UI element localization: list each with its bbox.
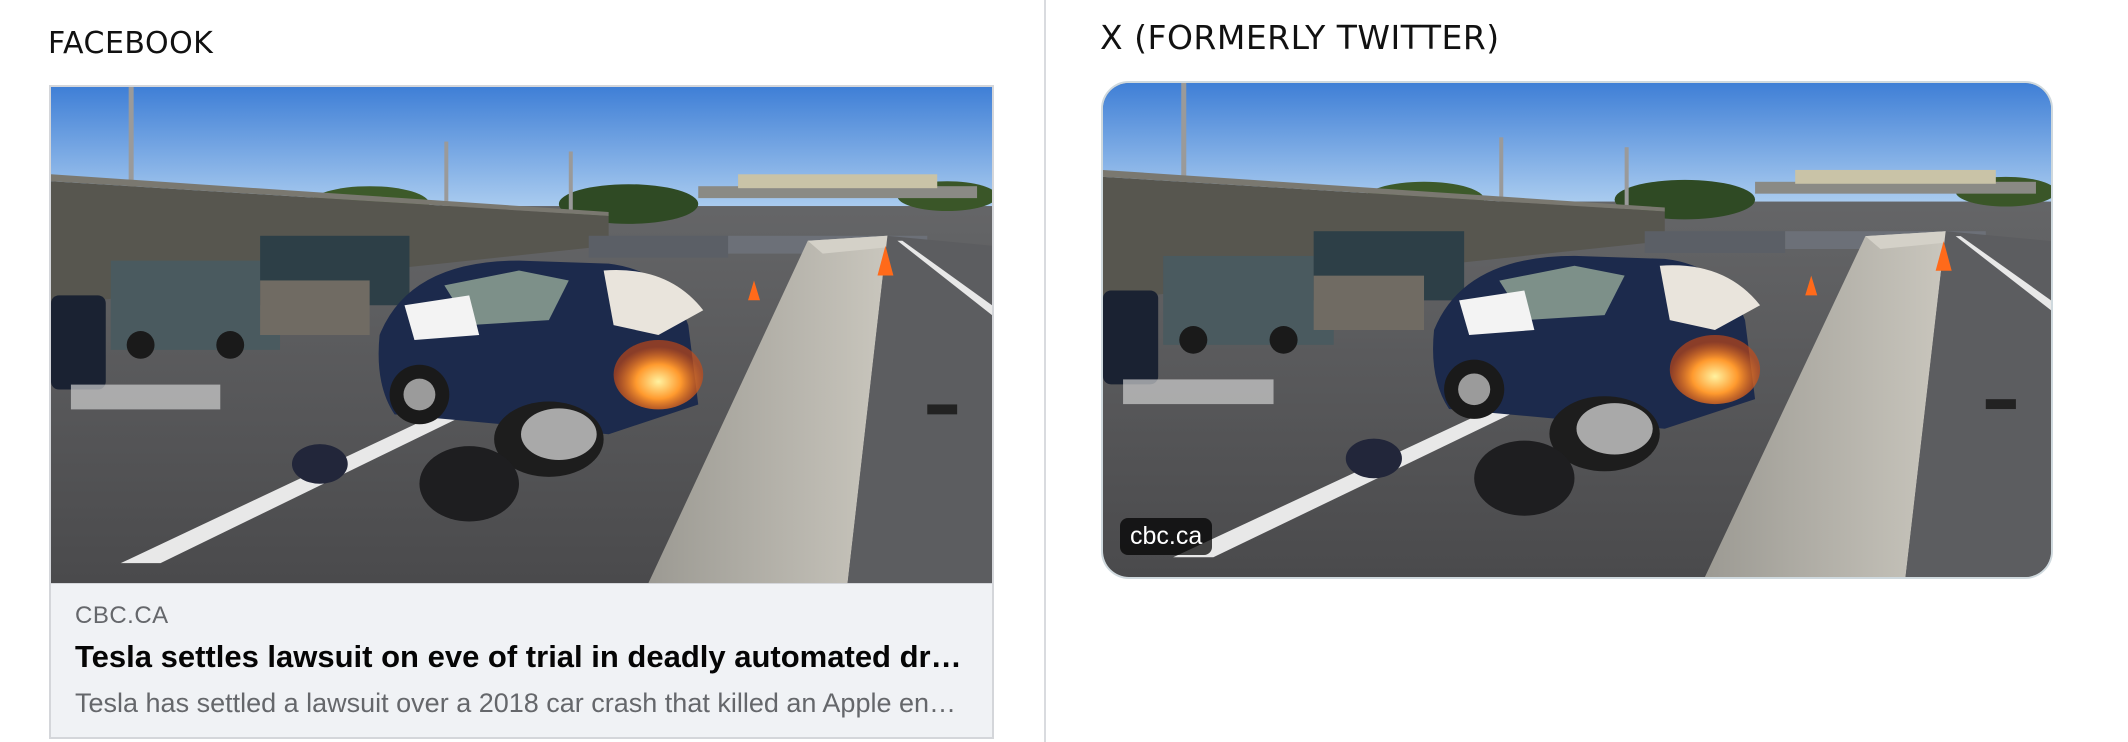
x-link-preview-card[interactable]: cbc.ca	[1101, 81, 2053, 579]
facebook-link-preview-card[interactable]: CBC.CA Tesla settles lawsuit on eve of t…	[49, 85, 994, 739]
facebook-preview-domain: CBC.CA	[75, 602, 169, 629]
facebook-preview-image[interactable]	[51, 87, 992, 584]
comparison-page: FACEBOOK CBC.CA Tesla settles lawsuit on…	[0, 0, 2128, 742]
facebook-preview-description: Tesla has settled a lawsuit over a 2018 …	[75, 688, 970, 718]
facebook-preview-headline[interactable]: Tesla settles lawsuit on eve of trial in…	[75, 639, 970, 675]
column-divider	[1044, 0, 1046, 742]
x-preview-image[interactable]	[1103, 83, 2051, 577]
facebook-preview-meta: CBC.CA Tesla settles lawsuit on eve of t…	[51, 584, 992, 737]
facebook-section-title: FACEBOOK	[48, 26, 214, 61]
crash-scene-photo-icon	[51, 87, 992, 583]
x-preview-domain-badge: cbc.ca	[1120, 518, 1213, 555]
x-section-title: X (FORMERLY TWITTER)	[1100, 18, 1500, 57]
crash-scene-photo-icon	[1103, 83, 2051, 577]
